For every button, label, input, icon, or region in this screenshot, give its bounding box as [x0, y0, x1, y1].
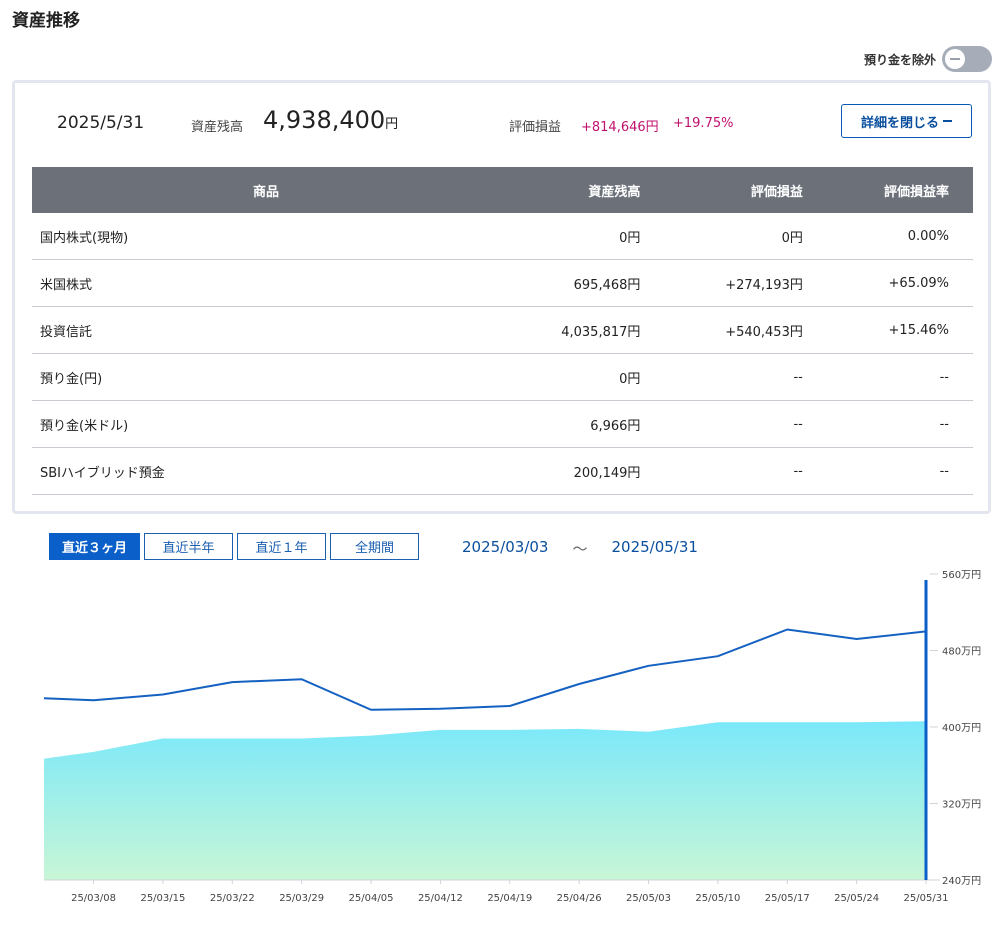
- cell-pl: --: [664, 447, 827, 495]
- cell-product: 国内株式(現物): [32, 213, 500, 260]
- cell-balance: 0円: [500, 213, 665, 260]
- close-detail-label: 詳細を閉じる: [860, 115, 939, 131]
- x-tick-label: 25/04/19: [487, 893, 532, 904]
- minus-icon: [943, 120, 952, 122]
- cell-balance: 200,149円: [500, 447, 665, 495]
- x-tick-label: 25/03/08: [71, 893, 116, 904]
- range-start: 2025/03/03: [462, 538, 549, 556]
- range-end: 2025/05/31: [611, 538, 698, 556]
- cell-balance: 0円: [500, 353, 665, 401]
- y-tick-label: 400万円: [942, 723, 981, 734]
- line-series: [43, 628, 927, 711]
- x-tick-label: 25/05/31: [904, 893, 949, 904]
- balance-value: 4,938,400円: [263, 106, 398, 134]
- area-series: [44, 721, 926, 880]
- cell-pl: +540,453円: [664, 306, 827, 354]
- cell-pl-rate: +65.09%: [826, 259, 973, 307]
- y-tick-label: 240万円: [942, 876, 981, 887]
- page-title: 資産推移: [12, 11, 80, 31]
- summary-row: 2025/5/31 資産残高 4,938,400円 評価損益 +814,646円…: [15, 83, 988, 163]
- cell-product: 米国株式: [32, 259, 500, 307]
- toggle-knob: [945, 49, 965, 69]
- balance-label: 資産残高: [191, 120, 244, 135]
- x-tick-label: 25/05/24: [834, 893, 879, 904]
- x-tick-label: 25/05/03: [626, 893, 671, 904]
- exclude-deposit-toggle[interactable]: [942, 46, 992, 72]
- cell-pl: --: [664, 400, 827, 448]
- header-product: 商品: [32, 167, 500, 213]
- table-row: 国内株式(現物) 0円 0円 0.00%: [32, 213, 973, 260]
- cell-product: 預り金(米ドル): [32, 400, 500, 448]
- close-detail-button[interactable]: 詳細を閉じる: [841, 104, 972, 138]
- minus-icon: [950, 58, 960, 60]
- x-tick-label: 25/04/12: [418, 893, 463, 904]
- balance-unit: 円: [385, 117, 399, 132]
- x-tick-label: 25/03/29: [279, 893, 324, 904]
- range-separator: ～: [572, 540, 588, 558]
- cell-product: 投資信託: [32, 306, 500, 354]
- range-dates: 2025/03/03 ～ 2025/05/31: [462, 538, 698, 559]
- table-row: 投資信託 4,035,817円 +540,453円 +15.46%: [32, 306, 973, 354]
- pl-label: 評価損益: [509, 120, 562, 135]
- x-tick-label: 25/04/05: [349, 893, 394, 904]
- range-tab-0[interactable]: 直近３ヶ月: [49, 533, 140, 560]
- table-row: SBIハイブリッド預金 200,149円 -- --: [32, 447, 973, 495]
- range-tab-2[interactable]: 直近１年: [237, 533, 326, 560]
- cell-product: SBIハイブリッド預金: [32, 447, 500, 495]
- table-row: 預り金(円) 0円 -- --: [32, 353, 973, 401]
- header-pl-rate: 評価損益率: [826, 167, 973, 213]
- header-balance: 資産残高: [500, 167, 665, 213]
- asset-summary-panel: 2025/5/31 資産残高 4,938,400円 評価損益 +814,646円…: [12, 80, 991, 514]
- cell-pl: +274,193円: [664, 259, 827, 307]
- exclude-deposit-label: 預り金を除外: [863, 52, 936, 67]
- holdings-body: 国内株式(現物) 0円 0円 0.00% 米国株式 695,468円 +274,193円 +6…: [32, 213, 973, 495]
- cell-pl-rate: 0.00%: [826, 213, 973, 260]
- balance-amount: 4,938,400: [263, 106, 386, 134]
- cell-balance: 6,966円: [500, 400, 665, 448]
- cell-product: 預り金(円): [32, 353, 500, 401]
- table-row: 米国株式 695,468円 +274,193円 +65.09%: [32, 259, 973, 307]
- pl-amount: +814,646円: [581, 120, 659, 135]
- cell-pl-rate: --: [826, 447, 973, 495]
- pl-rate: +19.75%: [673, 116, 734, 131]
- cell-pl-rate: +15.46%: [826, 306, 973, 354]
- y-tick-label: 560万円: [942, 570, 981, 581]
- y-tick-label: 480万円: [942, 647, 981, 658]
- cell-pl: 0円: [664, 213, 827, 260]
- cell-balance: 4,035,817円: [500, 306, 665, 354]
- holdings-table: 商品 資産残高 評価損益 評価損益率 国内株式(現物) 0円 0円 0.00% 米国株式…: [32, 167, 973, 495]
- x-tick-label: 25/04/26: [557, 893, 602, 904]
- exclude-deposit-toggle-wrap: 預り金を除外: [864, 46, 992, 72]
- x-tick-label: 25/05/17: [765, 893, 810, 904]
- asset-history-chart: 25/03/08 25/03/15 25/03/22 25/03/29 25/04/05…: [43, 570, 981, 904]
- y-tick-label: 320万円: [942, 800, 981, 811]
- range-tabs: 直近３ヶ月 直近半年 直近１年 全期間: [49, 533, 419, 560]
- header-pl: 評価損益: [664, 167, 827, 213]
- cell-pl-rate: --: [826, 353, 973, 401]
- summary-date: 2025/5/31: [57, 113, 145, 133]
- cell-balance: 695,468円: [500, 259, 665, 307]
- x-tick-label: 25/03/15: [140, 893, 185, 904]
- range-tab-1[interactable]: 直近半年: [144, 533, 233, 560]
- range-tab-3[interactable]: 全期間: [330, 533, 419, 560]
- x-tick-label: 25/05/10: [695, 893, 740, 904]
- x-tick-label: 25/03/22: [210, 893, 255, 904]
- cell-pl: --: [664, 353, 827, 401]
- cell-pl-rate: --: [826, 400, 973, 448]
- table-header-row: 商品 資産残高 評価損益 評価損益率: [32, 167, 973, 213]
- table-row: 預り金(米ドル) 6,966円 -- --: [32, 400, 973, 448]
